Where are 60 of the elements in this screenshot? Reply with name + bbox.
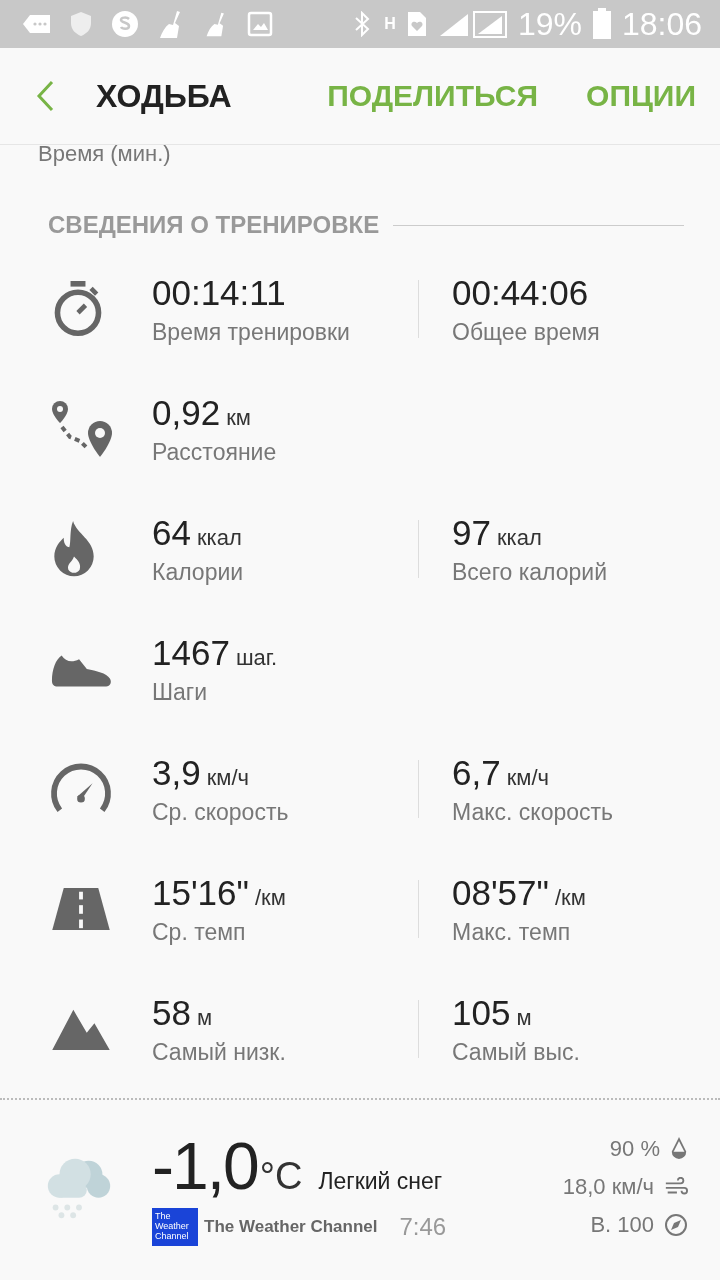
temperature: -1,0 — [152, 1128, 258, 1204]
stat-label: Самый выс. — [452, 1038, 580, 1066]
wind-icon — [664, 1177, 688, 1197]
stat-value: 15'16" — [152, 872, 249, 913]
stat-unit: м — [516, 1004, 532, 1031]
message-icon — [22, 12, 52, 36]
weather-condition: Легкий снег — [318, 1168, 443, 1195]
back-icon[interactable] — [36, 80, 56, 112]
stat-unit: шаг. — [235, 644, 278, 671]
stat-value: 00:44:06 — [452, 272, 589, 313]
stat-value: 0,92 — [152, 392, 221, 433]
stat-label: Калории — [152, 558, 245, 586]
stat-label: Всего калорий — [452, 558, 607, 586]
stat-label: Общее время — [452, 318, 600, 346]
battery-icon — [591, 8, 612, 40]
stat-unit: ккал — [196, 524, 242, 551]
stat-unit: /км — [254, 884, 286, 911]
provider-name: The Weather Channel — [204, 1217, 378, 1237]
stat-value: 97 — [452, 512, 491, 553]
wind-speed: 18,0 км/ч — [562, 1174, 654, 1200]
sim-card-icon — [405, 11, 428, 37]
stat-value: 3,9 — [152, 752, 201, 793]
stat-value: 6,7 — [452, 752, 501, 793]
road-icon — [50, 886, 112, 932]
stat-value: 00:14:11 — [152, 272, 286, 313]
stat-unit: ккал — [496, 524, 542, 551]
chat-app-icon — [110, 9, 140, 39]
stat-value: 105 — [452, 992, 511, 1033]
header-action[interactable]: ОПЦИИ — [586, 79, 696, 113]
stat-label: Ср. темп — [152, 918, 247, 946]
header-action[interactable]: ПОДЕЛИТЬСЯ — [327, 79, 539, 113]
wind-direction: В. 100 — [590, 1212, 654, 1238]
shield-icon — [69, 11, 93, 37]
compass-icon — [664, 1213, 688, 1237]
drop-icon — [670, 1137, 688, 1161]
image-icon — [247, 11, 273, 37]
stat-label: Шаги — [152, 678, 209, 706]
section-title: СВЕДЕНИЯ О ТРЕНИРОВКЕ — [48, 211, 380, 239]
stat-unit: /км — [554, 884, 586, 911]
stat-unit: км — [226, 404, 251, 431]
stat-label: Макс. скорость — [452, 798, 614, 826]
stat-value: 1467 — [152, 632, 230, 673]
stat-unit: км/ч — [506, 764, 549, 791]
temperature-unit: °C — [259, 1155, 303, 1198]
stat-label: Ср. скорость — [152, 798, 290, 826]
screen-title: ХОДЬБА — [96, 77, 233, 115]
stat-unit: км/ч — [206, 764, 249, 791]
humidity-value: 90 % — [609, 1136, 660, 1162]
stat-label: Время тренировки — [152, 318, 351, 346]
provider-logo: The Weather Channel — [152, 1208, 198, 1246]
stat-label: Самый низк. — [152, 1038, 287, 1066]
stat-value: 08'57" — [452, 872, 549, 913]
stat-value: 64 — [152, 512, 191, 553]
stat-label: Макс. темп — [452, 918, 572, 946]
stat-value: 58 — [152, 992, 191, 1033]
route-icon — [50, 399, 114, 459]
stat-unit: м — [196, 1004, 213, 1031]
chart-axis-label: Время (мин.) — [38, 141, 172, 167]
update-time: 7:46 — [399, 1213, 447, 1241]
stat-label: Расстояние — [152, 438, 277, 466]
